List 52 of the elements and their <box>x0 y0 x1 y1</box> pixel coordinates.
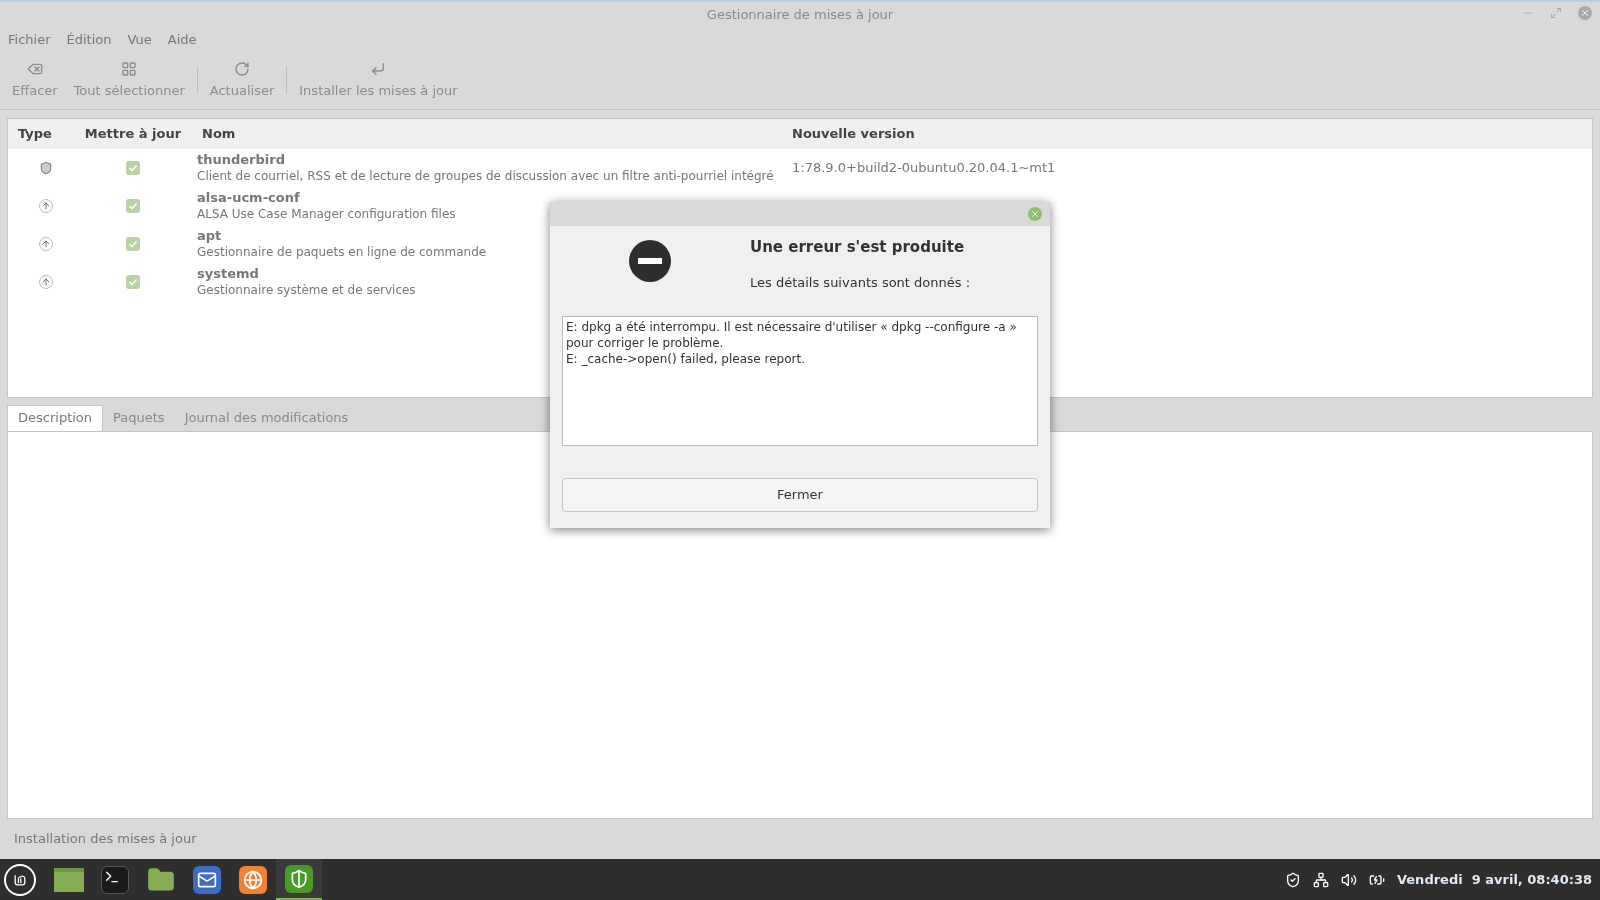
toolbar-button[interactable]: Tout sélectionner <box>65 60 193 101</box>
browser-icon <box>239 865 267 894</box>
error-message: E: dpkg a été interrompu. Il est nécessaire d'utiliser « dpkg --configure -a » pour corriger le problème. <box>566 319 1018 351</box>
column-header[interactable]: Mettre à jour <box>74 124 192 144</box>
menu-logo-icon[interactable] <box>4 863 36 896</box>
clock[interactable]: Vendredi 9 avril, 08:40:38 <box>1396 869 1592 890</box>
column-header[interactable]: Nouvelle version <box>782 124 1592 144</box>
shield-icon[interactable] <box>1284 871 1301 888</box>
grid-icon <box>121 60 138 77</box>
toolbar-button[interactable]: Installer les mises à jour <box>291 60 466 101</box>
package-description: Gestionnaire système et de services <box>197 281 416 298</box>
menu-item[interactable]: Édition <box>66 30 112 50</box>
status-text: Installation des mises à jour <box>14 830 197 849</box>
package-description: Gestionnaire de paquets en ligne de commande <box>197 243 487 260</box>
menu-item[interactable]: Aide <box>167 30 197 50</box>
package-description: ALSA Use Case Manager configuration files <box>197 205 456 222</box>
package-name: systemd <box>197 265 259 282</box>
column-header[interactable]: Type <box>8 124 74 144</box>
tab[interactable]: Paquets <box>103 404 175 431</box>
folder-icon <box>145 865 177 894</box>
network-icon[interactable] <box>1312 871 1329 888</box>
taskbar-app[interactable] <box>276 859 322 900</box>
shield-icon <box>285 864 313 893</box>
package-name: apt <box>197 227 222 244</box>
checkbox[interactable] <box>126 274 140 289</box>
terminal-icon <box>101 865 129 894</box>
mail-icon <box>193 865 221 894</box>
dialog-title: Une erreur s'est produite <box>750 237 966 258</box>
menu-item[interactable]: Fichier <box>8 30 51 50</box>
version-text: 1:78.9.0+build2-0ubuntu0.20.04.1~mt1 <box>792 160 1056 176</box>
package-description: Client de courriel, RSS et de lecture de groupes de discussion avec un filtre anti-pourriel intégré <box>197 167 774 184</box>
window-title: Gestionnaire de mises à jour <box>706 6 894 25</box>
menu-item[interactable]: Vue <box>127 30 152 50</box>
speaker-icon[interactable] <box>1340 871 1357 888</box>
package-name: thunderbird <box>197 151 285 168</box>
toolbar-button[interactable]: Actualiser <box>201 60 283 101</box>
error-icon <box>629 240 671 282</box>
tab[interactable]: Journal des modifications <box>174 404 359 431</box>
return-arrow-icon <box>370 60 387 77</box>
error-message: E: _cache->open() failed, please report. <box>566 351 806 367</box>
desktop-icon <box>54 867 84 892</box>
checkbox[interactable] <box>126 160 140 175</box>
close-button[interactable]: Fermer <box>562 478 1038 512</box>
package-name: alsa-ucm-conf <box>197 189 300 206</box>
shield-icon <box>39 160 53 175</box>
toolbar-button[interactable]: Effacer <box>4 60 66 101</box>
column-header[interactable]: Nom <box>192 124 782 144</box>
dialog-subtitle: Les détails suivants sont donnés : <box>750 273 971 292</box>
refresh-icon <box>234 60 251 77</box>
tab[interactable]: Description <box>7 404 104 431</box>
checkbox[interactable] <box>126 198 140 213</box>
checkbox[interactable] <box>126 236 140 251</box>
